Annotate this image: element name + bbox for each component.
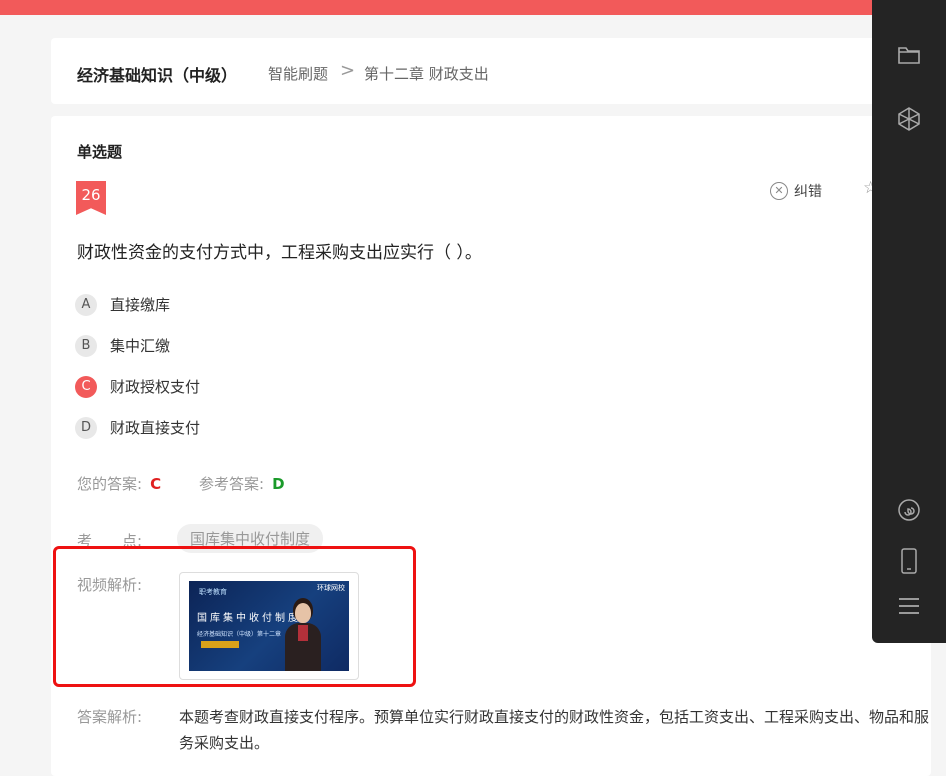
video-thumbnail[interactable]: 职考教育 环球网校 国库集中收付制度 经济基础知识（中级）第十二章 — [179, 572, 359, 680]
knowledge-point-label: 考 点: — [77, 532, 143, 550]
video-subtitle: 经济基础知识（中级）第十二章 — [197, 631, 282, 638]
knowledge-point-tag[interactable]: 国库集中收付制度 — [177, 524, 324, 553]
breadcrumb-section-link[interactable]: 智能刷题 — [268, 63, 328, 84]
option-c[interactable]: C 财政授权支付 — [75, 366, 200, 407]
chevron-right-icon: > — [340, 60, 356, 81]
video-analysis-label: 视频解析: — [77, 576, 143, 594]
option-b[interactable]: B 集中汇缴 — [75, 325, 200, 366]
option-letter: B — [75, 334, 97, 357]
report-error-label: 纠错 — [794, 184, 822, 200]
video-top-text: 职考教育 — [199, 588, 227, 596]
video-chip — [201, 641, 239, 648]
folder-icon[interactable] — [872, 44, 946, 66]
option-text: 财政直接支付 — [110, 419, 201, 437]
option-d[interactable]: D 财政直接支付 — [75, 407, 200, 448]
course-title[interactable]: 经济基础知识（中级） — [77, 62, 237, 86]
top-accent-bar — [0, 0, 946, 15]
option-text: 财政授权支付 — [110, 378, 201, 396]
options-list: A 直接缴库 B 集中汇缴 C 财政授权支付 D 财政直接支付 — [75, 284, 200, 448]
option-letter: A — [75, 293, 97, 316]
mobile-phone-icon[interactable] — [872, 548, 946, 574]
reference-answer-label: 参考答案: — [199, 475, 265, 493]
mini-program-icon[interactable] — [872, 498, 946, 522]
question-card: 单选题 26 ✕ 纠错 ☆ 财政性资金的支付方式中，工程采购支出应实行（ ）。 … — [51, 116, 931, 776]
close-circle-icon: ✕ — [770, 182, 788, 200]
option-letter: D — [75, 416, 97, 439]
question-number-badge: 26 — [76, 181, 106, 215]
option-text: 直接缴库 — [110, 296, 171, 314]
explanation-label: 答案解析: — [77, 708, 143, 726]
menu-icon[interactable] — [872, 596, 946, 616]
reference-answer-value: D — [272, 475, 285, 493]
your-answer-label: 您的答案: — [77, 475, 143, 493]
breadcrumb: 经济基础知识（中级） 智能刷题 > 第十二章 财政支出 — [51, 38, 931, 104]
report-error-button[interactable]: ✕ 纠错 — [770, 181, 822, 201]
breadcrumb-chapter-link[interactable]: 第十二章 财政支出 — [364, 63, 489, 84]
explanation-text: 本题考查财政直接支付程序。预算单位实行财政直接支付的财政性资金，包括工资支出、工… — [179, 708, 930, 752]
video-brand-logo: 环球网校 — [317, 584, 345, 592]
reference-answer: 参考答案: D — [199, 473, 285, 494]
question-type: 单选题 — [77, 143, 123, 161]
option-text: 集中汇缴 — [110, 337, 171, 355]
option-a[interactable]: A 直接缴库 — [75, 284, 200, 325]
option-letter: C — [75, 375, 97, 398]
presenter-image — [283, 603, 323, 671]
layers-icon[interactable] — [872, 0, 946, 10]
question-stem: 财政性资金的支付方式中，工程采购支出应实行（ ）。 — [77, 243, 482, 263]
your-answer: 您的答案: C — [77, 473, 161, 494]
side-toolbar — [872, 0, 946, 643]
your-answer-value: C — [150, 475, 162, 493]
video-frame: 职考教育 环球网校 国库集中收付制度 经济基础知识（中级）第十二章 — [189, 581, 349, 671]
hexagon-network-icon[interactable] — [872, 106, 946, 132]
